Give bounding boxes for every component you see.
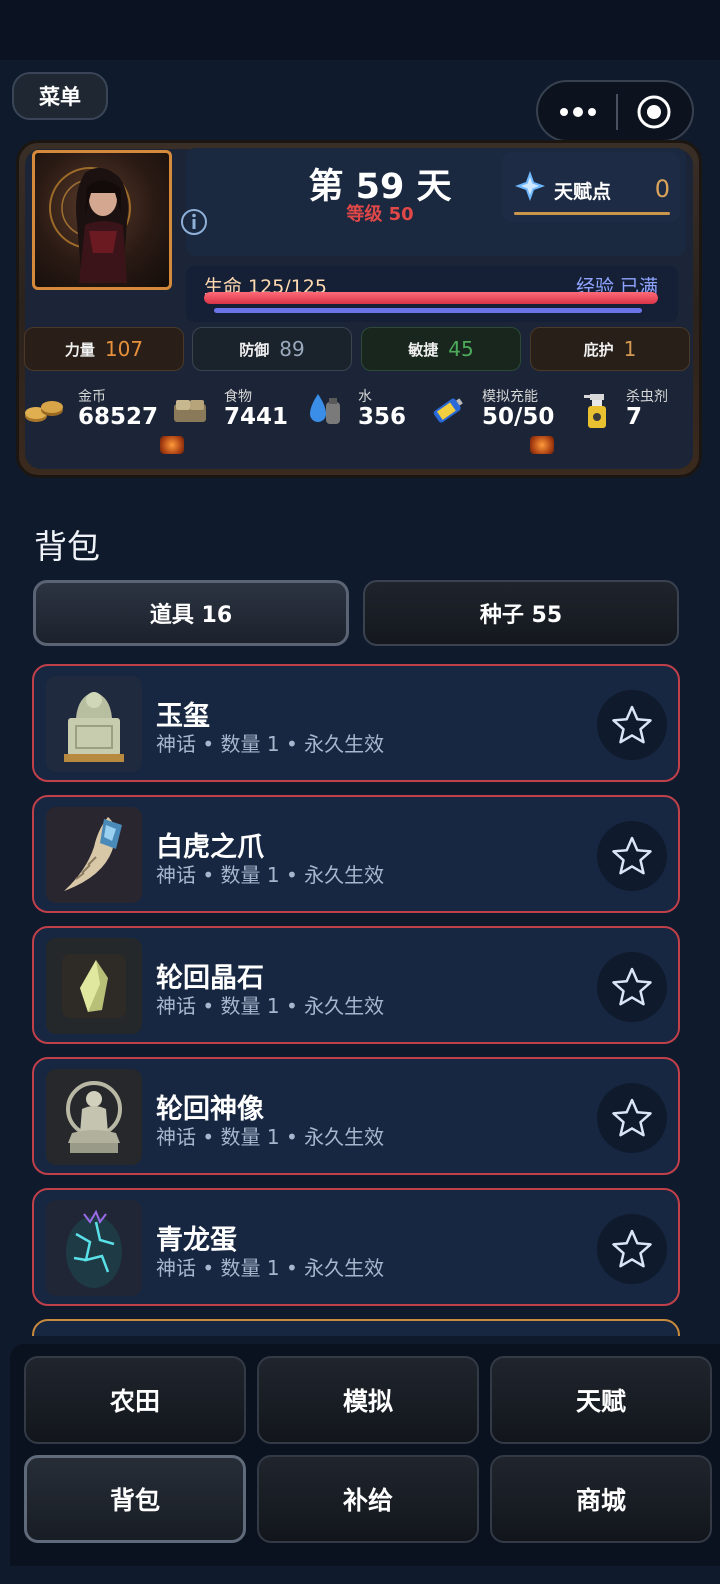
nav-supply-button[interactable]: 补给 — [257, 1455, 479, 1543]
item-meta: 神话 • 数量 1 • 永久生效 — [156, 1256, 385, 1280]
list-item[interactable]: 白虎之爪 神话 • 数量 1 • 永久生效 — [32, 795, 680, 913]
talent-points-label: 天赋点 — [554, 181, 612, 203]
favorite-star-button[interactable] — [597, 1083, 667, 1153]
xp-bar-fill — [214, 308, 642, 313]
jade-seal-icon — [64, 692, 124, 762]
talent-points-value: 0 — [654, 175, 670, 203]
nav-backpack-button[interactable]: 背包 — [24, 1455, 246, 1543]
stat-value: 45 — [448, 337, 474, 361]
statue-icon — [66, 1081, 122, 1153]
resource-insecticide: 杀虫剂 7 — [580, 384, 690, 434]
stat-agility: 敏捷 45 — [361, 327, 521, 371]
item-thumbnail — [46, 1200, 142, 1296]
list-item-partial[interactable] — [32, 1319, 680, 1336]
item-list[interactable]: 玉玺 神话 • 数量 1 • 永久生效 白虎之爪 神话 • 数量 1 • 永久生… — [32, 664, 682, 1336]
resource-name: 金币 — [78, 389, 106, 405]
character-portrait-icon — [49, 167, 131, 283]
crystal-icon — [62, 954, 126, 1018]
item-thumbnail — [46, 1069, 142, 1165]
dragon-egg-icon — [66, 1209, 122, 1288]
resource-value: 68527 — [78, 404, 159, 430]
star-outline-icon — [612, 836, 652, 875]
star-outline-icon — [612, 967, 652, 1006]
star-outline-icon — [612, 1229, 652, 1268]
nav-shop-button[interactable]: 商城 — [490, 1455, 712, 1543]
tab-items[interactable]: 道具 16 — [33, 580, 349, 646]
nav-talent-button[interactable]: 天赋 — [490, 1356, 712, 1444]
item-meta: 神话 • 数量 1 • 永久生效 — [156, 994, 385, 1018]
list-item[interactable]: 轮回晶石 神话 • 数量 1 • 永久生效 — [32, 926, 680, 1044]
character-avatar[interactable] — [32, 150, 172, 290]
favorite-star-button[interactable] — [597, 952, 667, 1022]
stat-value: 1 — [623, 337, 637, 361]
status-bar-area — [0, 0, 720, 60]
capsule-divider — [616, 94, 618, 130]
more-options-icon[interactable] — [558, 100, 598, 124]
item-meta: 神话 • 数量 1 • 永久生效 — [156, 1125, 385, 1149]
hp-bar — [204, 292, 658, 304]
resource-sim-charge: 模拟充能 50/50 — [428, 384, 568, 434]
coins-icon — [25, 401, 63, 422]
resource-water: 水 356 — [304, 384, 414, 434]
stat-label: 敏捷 — [408, 340, 439, 359]
panel-lamp-decoration — [530, 436, 554, 454]
item-thumbnail — [46, 807, 142, 903]
list-item[interactable]: 轮回神像 神话 • 数量 1 • 永久生效 — [32, 1057, 680, 1175]
stat-shelter: 庇护 1 — [530, 327, 690, 371]
favorite-star-button[interactable] — [597, 690, 667, 760]
nav-simulate-button[interactable]: 模拟 — [257, 1356, 479, 1444]
resource-value: 7 — [626, 404, 643, 430]
xp-bar — [214, 308, 642, 313]
item-thumbnail — [46, 938, 142, 1034]
stat-label: 力量 — [64, 340, 95, 359]
item-meta: 神话 • 数量 1 • 永久生效 — [156, 732, 385, 756]
stat-value: 107 — [104, 337, 144, 361]
tab-seeds[interactable]: 种子 55 — [363, 580, 679, 646]
star-outline-icon — [612, 1098, 652, 1137]
star-crystal-icon — [515, 171, 545, 201]
water-drop-icon — [310, 394, 340, 424]
stat-value: 89 — [279, 337, 305, 361]
resource-name: 杀虫剂 — [626, 389, 668, 405]
panel-lamp-decoration — [160, 436, 184, 454]
food-crate-icon — [174, 400, 206, 422]
resource-food: 食物 7441 — [170, 384, 290, 434]
spray-bottle-icon — [584, 394, 606, 428]
info-icon[interactable] — [180, 208, 208, 236]
list-item[interactable]: 青龙蛋 神话 • 数量 1 • 永久生效 — [32, 1188, 680, 1306]
resource-name: 食物 — [224, 389, 252, 405]
stat-label: 庇护 — [583, 340, 614, 359]
star-outline-icon — [612, 705, 652, 744]
item-meta: 神话 • 数量 1 • 永久生效 — [156, 863, 385, 887]
talent-underline — [514, 212, 670, 215]
mini-program-capsule — [536, 80, 694, 142]
stat-defense: 防御 89 — [192, 327, 352, 371]
resource-value: 356 — [358, 404, 407, 430]
item-thumbnail — [46, 676, 142, 772]
favorite-star-button[interactable] — [597, 821, 667, 891]
resource-value: 50/50 — [482, 404, 555, 430]
nav-farm-button[interactable]: 农田 — [24, 1356, 246, 1444]
menu-button[interactable]: 菜单 — [12, 72, 108, 120]
stat-label: 防御 — [239, 340, 270, 359]
resource-name: 水 — [358, 389, 372, 405]
resource-value: 7441 — [224, 404, 289, 430]
resource-gold: 金币 68527 — [24, 384, 158, 434]
stat-strength: 力量 107 — [24, 327, 184, 371]
hp-bar-fill — [204, 292, 658, 304]
list-item[interactable]: 玉玺 神话 • 数量 1 • 永久生效 — [32, 664, 680, 782]
tiger-claw-icon — [64, 817, 122, 891]
player-level: 等级 50 — [346, 204, 414, 225]
backpack-title: 背包 — [34, 527, 100, 566]
favorite-star-button[interactable] — [597, 1214, 667, 1284]
resource-name: 模拟充能 — [482, 389, 538, 405]
battery-icon — [433, 398, 463, 423]
close-target-icon[interactable] — [636, 94, 672, 130]
